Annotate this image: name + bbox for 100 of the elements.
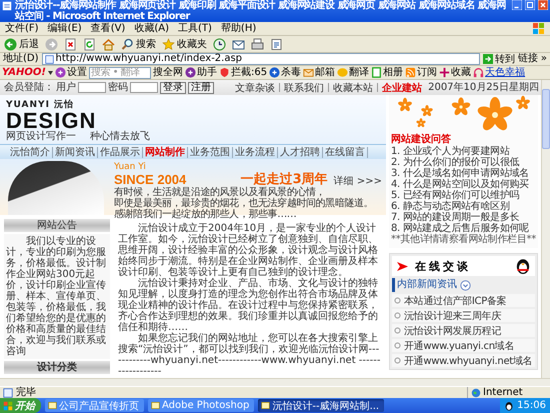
- taskbar-button[interactable]: 沅怡设计--威海网站制...: [258, 399, 384, 412]
- close-icon[interactable]: [538, 0, 548, 10]
- banner-text: 有时候，生活就是沿途的风景以及看风景的心情，: [114, 187, 326, 198]
- tagline-text: 网页设计写作一: [6, 131, 76, 142]
- arrow-icon: [396, 260, 409, 272]
- clock-text: 15:06: [517, 400, 546, 412]
- nav-item[interactable]: 沅怡简介: [8, 146, 53, 158]
- history-button[interactable]: [212, 36, 227, 52]
- nav-item[interactable]: 人才招聘: [278, 146, 323, 158]
- faq-link[interactable]: 6. 静态与动态网站有啥区别: [391, 201, 536, 212]
- faq-title: 网站建设问答: [391, 133, 452, 146]
- news-link[interactable]: 沅怡设计网发展历程记: [392, 324, 535, 337]
- about-paragraph: 如果您忘记我们的网站地址，您可以在各大搜索引擎上搜索“沅怡设计”，都可以找到我们，欢迎光临沅怡设计网------------whyuanyi.net------------www.whyuanyi.net ------------------: [118, 333, 382, 377]
- address-field[interactable]: http://www.whyuanyi.net/index-2.asp: [42, 53, 480, 65]
- register-button[interactable]: 注册: [188, 82, 214, 94]
- window-icon: [261, 401, 270, 410]
- login-button[interactable]: 登录: [160, 82, 186, 94]
- anniversary-text: 一起走过3周年: [240, 172, 328, 187]
- top-link[interactable]: 收藏本站: [331, 80, 374, 94]
- chevron-label[interactable]: »: [540, 53, 547, 65]
- news-link[interactable]: 开通www.yuanyi.cn域名: [392, 339, 535, 352]
- faq-link[interactable]: 1. 企业或个人为何要建网站: [391, 146, 536, 157]
- home-button[interactable]: [101, 36, 116, 52]
- toolbar-button[interactable]: 收藏夹: [161, 36, 208, 52]
- vertical-scrollbar[interactable]: [541, 80, 550, 378]
- menu-item[interactable]: 文件(F): [5, 22, 39, 34]
- user-field[interactable]: [78, 82, 106, 93]
- bullet-icon: [394, 312, 401, 319]
- news-link[interactable]: 开通www.whyuanyi.net域名: [392, 354, 535, 367]
- page-icon: [2, 1, 12, 11]
- faq-link[interactable]: 4. 什么是网站空间以及如何购买: [391, 179, 536, 190]
- user-label: 用户: [56, 82, 76, 94]
- toolbar-button[interactable]: 邮箱: [303, 66, 336, 78]
- toolbar-button[interactable]: 助手: [184, 66, 217, 78]
- banner-subtitle: Yuan Yi: [114, 162, 147, 172]
- toolbar-link[interactable]: 天色幸福: [473, 66, 526, 78]
- stop-icon: [64, 38, 77, 50]
- horizontal-scrollbar[interactable]: [0, 378, 550, 386]
- go-button[interactable]: 转到: [482, 53, 515, 65]
- faq-link[interactable]: 3. 什么是域名如何申请网站域名: [391, 168, 536, 179]
- toolbar-button[interactable]: 相册: [371, 66, 404, 78]
- password-field[interactable]: [130, 82, 158, 93]
- plus-icon: [439, 67, 450, 78]
- nav-item[interactable]: 网站制作: [143, 146, 188, 158]
- menu-item[interactable]: 工具(T): [178, 22, 212, 34]
- chevron-down-icon: [460, 280, 471, 290]
- toolbar-button[interactable]: 设置: [54, 66, 87, 78]
- news-header: 内部新闻资讯: [397, 279, 457, 291]
- refresh-icon: [83, 38, 96, 50]
- bullet-icon: [394, 327, 401, 334]
- history-icon: [213, 38, 226, 50]
- toolbar-button[interactable]: 拦截:65: [218, 66, 268, 78]
- login-label: 会员登陆：: [4, 82, 54, 94]
- minimize-icon[interactable]: [512, 0, 522, 10]
- bullet-icon: [394, 342, 401, 349]
- mail-icon: [303, 67, 314, 78]
- rss-icon: [405, 67, 416, 78]
- faq-link[interactable]: 7. 网站的建设周期一般是多长: [391, 212, 536, 223]
- menu-item[interactable]: 帮助(H): [220, 22, 256, 34]
- top-link[interactable]: 联系我们: [282, 80, 324, 94]
- faq-link[interactable]: **其他详情请察看网站制作栏目**: [391, 234, 536, 245]
- news-link[interactable]: 本站通过信产部ICP备案: [392, 294, 535, 307]
- go-arrow-icon: [482, 54, 493, 64]
- top-link[interactable]: 文章杂谈: [235, 80, 276, 94]
- news-link[interactable]: 沅怡设计迎来三周年庆: [392, 309, 535, 322]
- notice-text: 我们以专业的设计，专业的印刷为您服务，价格最低。设计制作企业网站300元起价，设计印刷企业宣传册、样本、宣传单页、包装等，价格最低，我们希望给您的是优惠的价格和高质量的最佳结合，欢迎与我们联系或咨询: [4, 234, 110, 359]
- toolbar-button[interactable]: 后退: [3, 36, 40, 52]
- faq-link[interactable]: 5. 已经有网站你们可以维护吗: [391, 190, 536, 201]
- links-label[interactable]: 链接: [518, 53, 538, 65]
- details-link[interactable]: 详细 >>>: [334, 176, 382, 187]
- refresh-button[interactable]: [82, 36, 97, 52]
- category-header: 设计分类: [4, 361, 110, 374]
- print-button[interactable]: [250, 36, 265, 52]
- faq-link[interactable]: 8. 网站建成之后售后服务如何呢: [391, 223, 536, 234]
- stop-button[interactable]: [63, 36, 78, 52]
- menu-item[interactable]: 编辑(E): [48, 22, 82, 34]
- mail-icon: [232, 38, 245, 50]
- logo-text: DESIGN: [6, 111, 96, 131]
- maximize-icon[interactable]: [525, 0, 535, 10]
- nav-item[interactable]: 业务流程: [233, 146, 278, 158]
- nav-item[interactable]: 业务范围: [188, 146, 233, 158]
- nav-item[interactable]: 在线留言: [323, 146, 368, 158]
- toolbar-button[interactable]: 订阅: [405, 66, 438, 78]
- bullet-icon: [394, 297, 401, 304]
- windows-flag-icon: [3, 400, 13, 410]
- top-link[interactable]: 企业建站: [380, 80, 422, 94]
- faq-link[interactable]: 2. 为什么你们的报价可以很低: [391, 157, 536, 168]
- toolbar-button[interactable]: 搜全网: [152, 66, 183, 78]
- edit-button[interactable]: [269, 36, 284, 52]
- nav-item[interactable]: 新闻资讯: [53, 146, 98, 158]
- printer-icon: [251, 38, 264, 50]
- toolbar-button[interactable]: 搜索: [120, 36, 157, 52]
- chat-title: 在线交谈: [415, 258, 471, 274]
- toolbar-button[interactable]: 收藏: [439, 66, 472, 78]
- yahoo-logo[interactable]: YAHOO!: [2, 66, 46, 78]
- menu-item[interactable]: 收藏(A): [134, 22, 169, 34]
- nav-item[interactable]: 作品展示: [98, 146, 143, 158]
- menu-item[interactable]: 查看(V): [90, 22, 126, 34]
- toolbar-button[interactable]: 翻译: [337, 66, 370, 78]
- toolbar-button[interactable]: 杀毒: [269, 66, 302, 78]
